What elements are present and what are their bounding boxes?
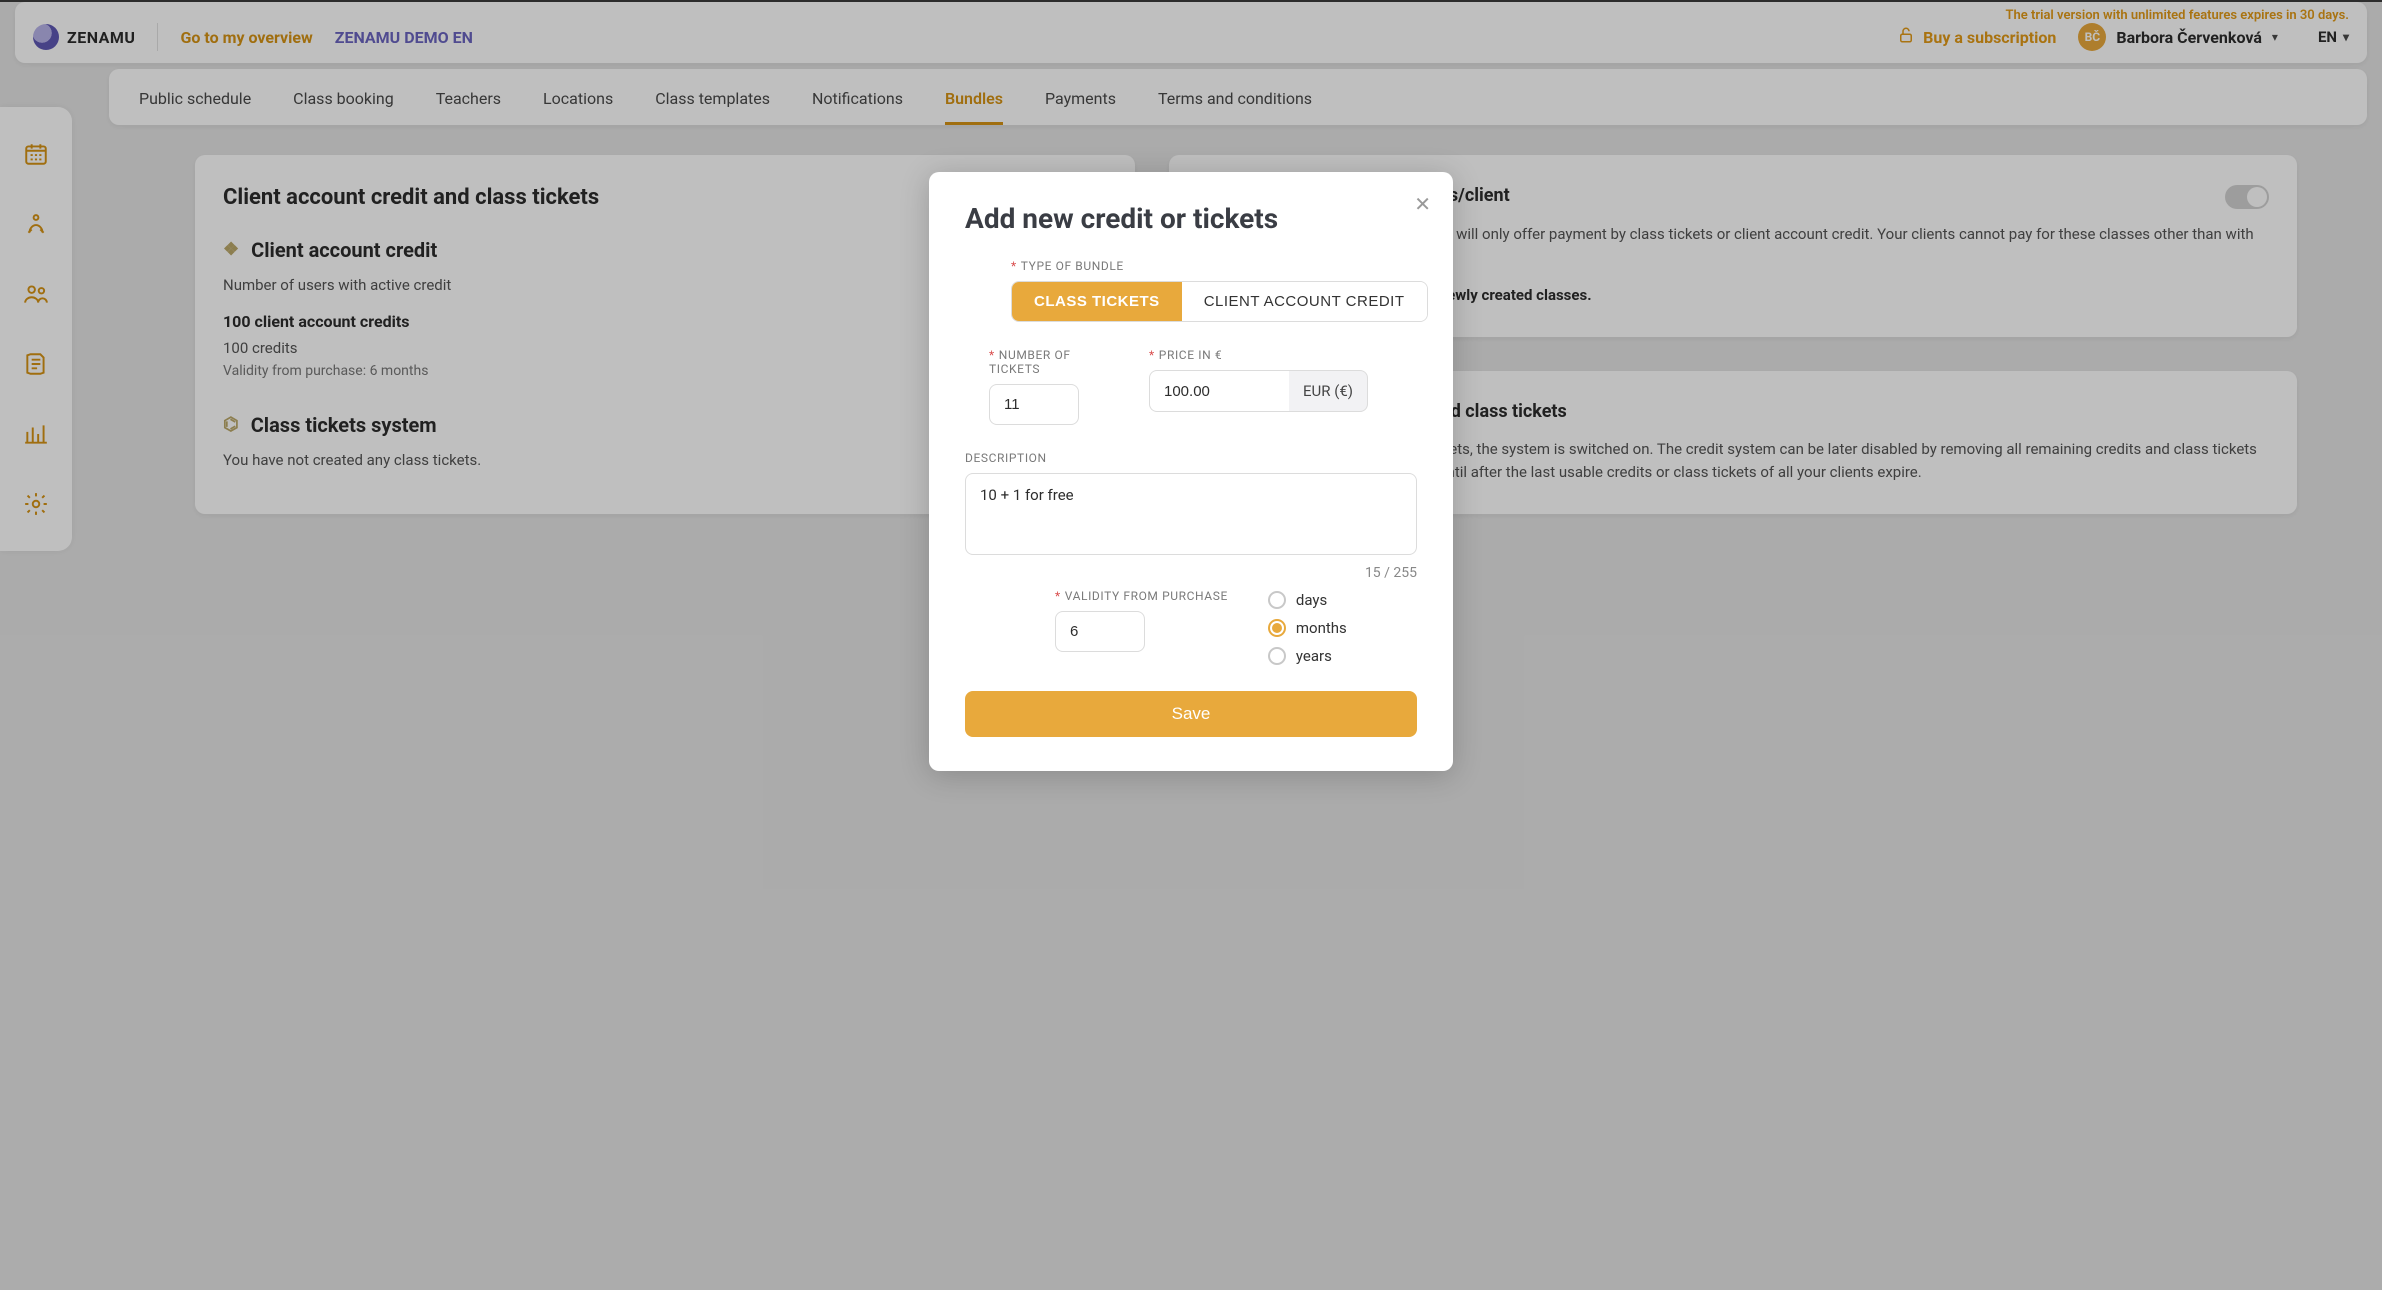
char-counter: 15 / 255 bbox=[965, 565, 1417, 581]
modal-title: Add new credit or tickets bbox=[965, 202, 1417, 235]
num-tickets-input[interactable] bbox=[989, 384, 1079, 425]
price-input[interactable] bbox=[1149, 370, 1289, 412]
price-label: PRICE IN € bbox=[1159, 348, 1222, 362]
seg-class-tickets[interactable]: CLASS TICKETS bbox=[1012, 282, 1182, 321]
num-tickets-label: NUMBER OF TICKETS bbox=[989, 348, 1071, 376]
description-label: DESCRIPTION bbox=[965, 451, 1047, 465]
radio-years[interactable]: years bbox=[1268, 647, 1347, 665]
add-bundle-modal: ✕ Add new credit or tickets *TYPE OF BUN… bbox=[929, 172, 1453, 771]
save-button[interactable]: Save bbox=[965, 691, 1417, 737]
radio-days-label: days bbox=[1296, 591, 1327, 609]
radio-months[interactable]: months bbox=[1268, 619, 1347, 637]
description-textarea[interactable] bbox=[965, 473, 1417, 555]
currency-addon: EUR (€) bbox=[1289, 370, 1368, 412]
radio-icon bbox=[1268, 619, 1286, 637]
validity-input[interactable] bbox=[1055, 611, 1145, 652]
radio-icon bbox=[1268, 647, 1286, 665]
seg-client-credit[interactable]: CLIENT ACCOUNT CREDIT bbox=[1182, 282, 1427, 321]
radio-icon bbox=[1268, 591, 1286, 609]
type-of-bundle-label: TYPE OF BUNDLE bbox=[1021, 259, 1124, 273]
close-icon[interactable]: ✕ bbox=[1414, 192, 1431, 216]
radio-months-label: months bbox=[1296, 619, 1347, 637]
validity-label: VALIDITY FROM PURCHASE bbox=[1065, 589, 1228, 603]
radio-days[interactable]: days bbox=[1268, 591, 1347, 609]
bundle-type-segmented: CLASS TICKETS CLIENT ACCOUNT CREDIT bbox=[1011, 281, 1428, 322]
radio-years-label: years bbox=[1296, 647, 1332, 665]
validity-unit-radios: days months years bbox=[1268, 591, 1347, 665]
